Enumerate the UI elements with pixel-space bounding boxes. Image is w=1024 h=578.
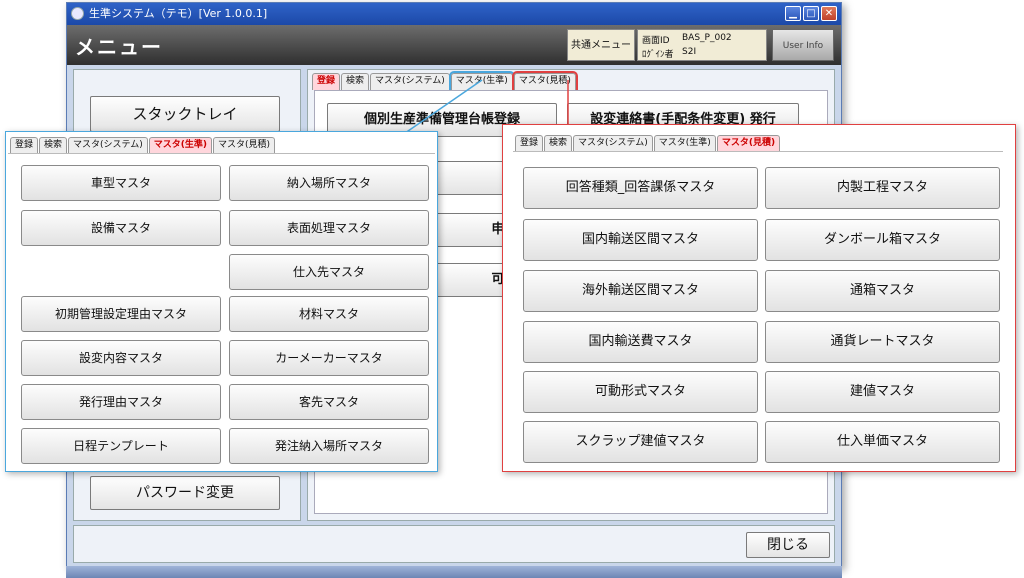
tab-divider (513, 151, 1003, 152)
master-button[interactable]: 国内輸送費マスタ (523, 321, 758, 363)
tab-search[interactable]: 検索 (341, 73, 370, 90)
master-button[interactable]: 海外輸送区間マスタ (523, 270, 758, 312)
master-button[interactable]: ダンボール箱マスタ (765, 219, 1000, 261)
minimize-button[interactable]: ▁ (785, 6, 801, 21)
taskbar (66, 566, 842, 578)
screen-id-value: BAS_P_002 (682, 33, 732, 43)
common-menu-button[interactable]: 共通メニュー (567, 29, 635, 61)
master-button[interactable]: 通箱マスタ (765, 270, 1000, 312)
main-tab-strip: 登録 検索 マスタ(システム) マスタ(生準) マスタ(見積) (312, 71, 578, 92)
master-button[interactable]: 国内輸送区間マスタ (523, 219, 758, 261)
user-label: ﾛｸﾞｲﾝ者 (642, 50, 674, 60)
tab-master-seijun[interactable]: マスタ(生準) (448, 71, 515, 92)
master-button[interactable]: 材料マスタ (229, 296, 429, 332)
tab-search[interactable]: 検索 (544, 135, 573, 152)
seijun-master-callout: 登録 検索 マスタ(システム) マスタ(生準) マスタ(見積) 車型マスタ設備マ… (5, 131, 438, 472)
password-change-button[interactable]: パスワード変更 (90, 476, 280, 510)
close-window-button[interactable]: ✕ (821, 6, 837, 21)
tab-register[interactable]: 登録 (312, 73, 341, 90)
tab-master-seijun[interactable]: マスタ(生準) (148, 137, 213, 154)
master-button[interactable]: 車型マスタ (21, 165, 221, 201)
master-button[interactable]: 発注納入場所マスタ (229, 428, 429, 464)
master-button[interactable]: 初期管理設定理由マスタ (21, 296, 221, 332)
master-button[interactable]: スクラップ建値マスタ (523, 421, 758, 463)
master-button[interactable]: 設備マスタ (21, 210, 221, 246)
mitsumori-tab-strip: 登録 検索 マスタ(システム) マスタ(生準) マスタ(見積) (515, 135, 781, 152)
master-button[interactable]: 仕入単価マスタ (765, 421, 1000, 463)
app-icon (71, 7, 84, 20)
master-button[interactable]: 内製工程マスタ (765, 167, 1000, 209)
maximize-button[interactable]: □ (803, 6, 819, 21)
master-button[interactable]: カーメーカーマスタ (229, 340, 429, 376)
session-info: 画面ID BAS_P_002 ﾛｸﾞｲﾝ者 S2I (637, 29, 767, 61)
master-button[interactable]: 表面処理マスタ (229, 210, 429, 246)
tab-master-mitsumori[interactable]: マスタ(見積) (511, 71, 578, 92)
tab-register[interactable]: 登録 (515, 135, 544, 152)
master-button[interactable]: 回答種類_回答課係マスタ (523, 167, 758, 209)
mitsumori-master-callout: 登録 検索 マスタ(システム) マスタ(生準) マスタ(見積) 回答種類_回答課… (502, 124, 1016, 472)
tab-master-system[interactable]: マスタ(システム) (573, 135, 653, 152)
seijun-tab-strip: 登録 検索 マスタ(システム) マスタ(生準) マスタ(見積) (10, 137, 276, 154)
window-title: 生準システム（テモ）[Ver 1.0.0.1] (89, 7, 268, 20)
tab-search[interactable]: 検索 (39, 137, 68, 154)
user-info-button[interactable]: User Info (772, 29, 834, 61)
tab-master-mitsumori[interactable]: マスタ(見積) (213, 137, 276, 154)
footer-bar: 閉じる (73, 525, 835, 563)
master-button[interactable]: 設変内容マスタ (21, 340, 221, 376)
master-button[interactable]: 建値マスタ (765, 371, 1000, 413)
user-value: S2I (682, 47, 697, 57)
master-button[interactable]: 可動形式マスタ (523, 371, 758, 413)
master-button[interactable]: 納入場所マスタ (229, 165, 429, 201)
tab-master-system[interactable]: マスタ(システム) (68, 137, 148, 154)
screen-id-label: 画面ID (642, 36, 670, 46)
header-bar: メニュー 共通メニュー 画面ID BAS_P_002 ﾛｸﾞｲﾝ者 S2I Us… (67, 25, 841, 65)
tab-master-seijun[interactable]: マスタ(生準) (653, 135, 716, 152)
stack-tray-button[interactable]: スタックトレイ (90, 96, 280, 132)
page-title: メニュー (75, 35, 163, 59)
tab-divider (8, 153, 435, 154)
tab-master-mitsumori[interactable]: マスタ(見積) (716, 135, 781, 152)
master-button[interactable]: 客先マスタ (229, 384, 429, 420)
tab-register[interactable]: 登録 (10, 137, 39, 154)
title-bar: 生準システム（テモ）[Ver 1.0.0.1] ▁ □ ✕ (67, 3, 841, 25)
close-button[interactable]: 閉じる (746, 532, 830, 558)
tab-master-system[interactable]: マスタ(システム) (370, 73, 450, 90)
master-button[interactable]: 仕入先マスタ (229, 254, 429, 290)
master-button[interactable]: 日程テンプレート (21, 428, 221, 464)
master-button[interactable]: 発行理由マスタ (21, 384, 221, 420)
master-button[interactable]: 通貨レートマスタ (765, 321, 1000, 363)
